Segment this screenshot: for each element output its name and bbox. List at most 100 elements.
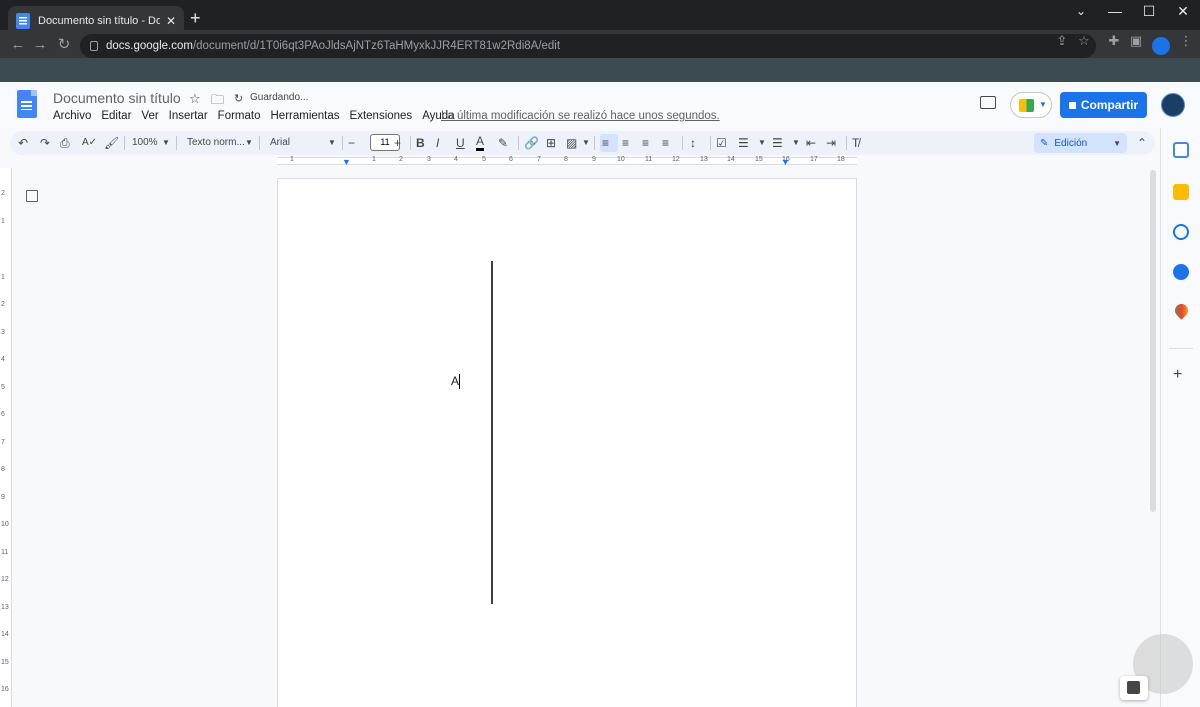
side-panel-icon[interactable]: ▣	[1126, 33, 1146, 49]
reload-icon[interactable]: ↻	[54, 36, 74, 54]
document-outline-icon[interactable]	[26, 190, 38, 202]
close-window-button[interactable]: ✕	[1166, 2, 1200, 20]
toolbar-divider	[176, 136, 177, 150]
align-left-icon[interactable]: ≡	[602, 135, 609, 151]
vertical-scrollbar[interactable]	[1150, 170, 1156, 512]
url-input[interactable]: docs.google.com /document/d/1T0i6qt3PAoJ…	[80, 34, 1096, 58]
tasks-icon[interactable]	[1173, 224, 1189, 240]
zoom-select[interactable]: 100%	[132, 135, 158, 151]
collapse-menus-icon[interactable]: ⌃	[1137, 135, 1147, 151]
bookmark-star-icon[interactable]: ☆	[1074, 33, 1094, 49]
underline-icon[interactable]: U	[456, 135, 465, 151]
horizontal-ruler[interactable]: 1 1 2 3 4 5 6 7 8 9 10 11 12 13 14 15 16…	[0, 155, 1160, 167]
toolbar-divider	[846, 136, 847, 150]
menu-editar[interactable]: Editar	[101, 110, 131, 122]
highlight-pen-icon[interactable]: ✎	[498, 135, 508, 151]
clear-formatting-icon[interactable]: T̸	[852, 135, 859, 151]
line-spacing-icon[interactable]: ↕	[690, 135, 696, 151]
link-icon[interactable]: 🔗	[524, 135, 539, 151]
align-center-icon[interactable]: ≡	[622, 135, 629, 151]
bookmarks-strip	[0, 58, 1200, 82]
ruler-tick: 16	[1, 686, 9, 693]
left-indent-marker-icon[interactable]: ▼	[342, 157, 351, 167]
minimize-button[interactable]: —	[1098, 2, 1132, 20]
italic-icon[interactable]: I	[436, 135, 439, 151]
increase-font-size-button[interactable]: +	[394, 135, 401, 151]
paragraph-style-select[interactable]: Texto norm...	[187, 135, 245, 151]
share-button[interactable]: Compartir	[1060, 92, 1147, 118]
address-bar-row: ← → ↻ docs.google.com /document/d/1T0i6q…	[0, 30, 1200, 60]
undo-icon[interactable]: ↶	[18, 135, 28, 151]
ruler-tick: 7	[537, 156, 541, 163]
ruler-tick: 17	[810, 156, 818, 163]
insert-image-icon[interactable]: ▨	[566, 135, 577, 151]
user-avatar[interactable]	[1161, 93, 1185, 117]
document-title[interactable]: Documento sin título	[53, 90, 181, 106]
ruler-tick: 2	[1, 301, 5, 308]
align-right-icon[interactable]: ≡	[642, 135, 649, 151]
share-page-icon[interactable]: ⇪	[1052, 33, 1072, 49]
menu-extensiones[interactable]: Extensiones	[350, 110, 413, 122]
add-addon-icon[interactable]: +	[1173, 366, 1182, 384]
tab-search-icon[interactable]: ⌄	[1064, 2, 1098, 20]
document-page[interactable]	[277, 178, 857, 707]
ruler-tick: 1	[1, 218, 5, 225]
chevron-down-icon: ▼	[245, 138, 253, 147]
calendar-icon[interactable]	[1173, 142, 1189, 158]
forward-arrow-icon[interactable]: →	[30, 36, 50, 54]
vertical-ruler[interactable]: 2 1 1 2 3 4 5 6 7 8 9 10 11 12 13 14 15 …	[0, 168, 12, 707]
toolbar-divider	[682, 136, 683, 150]
new-tab-button[interactable]: +	[190, 8, 201, 28]
justify-icon[interactable]: ≡	[662, 135, 669, 151]
print-icon[interactable]: ⎙	[60, 135, 70, 151]
text-color-icon[interactable]: A	[476, 135, 485, 151]
menu-formato[interactable]: Formato	[218, 110, 261, 122]
spellcheck-icon[interactable]: A✓	[82, 135, 97, 151]
document-text[interactable]: A	[451, 374, 459, 388]
explore-button[interactable]	[1120, 676, 1148, 700]
right-indent-marker-icon[interactable]: ▼	[781, 157, 790, 167]
menu-ver[interactable]: Ver	[141, 110, 158, 122]
chevron-down-icon: ▼	[162, 138, 170, 147]
ruler-tick: 7	[1, 439, 5, 446]
menu-insertar[interactable]: Insertar	[169, 110, 208, 122]
paint-format-icon[interactable]: 🖌	[104, 135, 119, 151]
redo-icon[interactable]: ↷	[40, 135, 50, 151]
lock-icon	[90, 41, 98, 51]
browser-menu-icon[interactable]: ⋮	[1176, 33, 1196, 49]
ruler-tick: 2	[399, 156, 403, 163]
maximize-button[interactable]: ☐	[1132, 2, 1166, 20]
ruler-tick: 3	[1, 329, 5, 336]
increase-indent-icon[interactable]: ⇥	[826, 135, 836, 151]
add-comment-icon[interactable]: ⊞	[546, 135, 556, 151]
font-select[interactable]: Arial	[270, 135, 290, 151]
contacts-icon[interactable]	[1173, 264, 1189, 280]
keep-icon[interactable]	[1173, 184, 1189, 200]
decrease-indent-icon[interactable]: ⇤	[806, 135, 816, 151]
side-panel-divider	[1169, 348, 1193, 349]
ruler-tick: 6	[509, 156, 513, 163]
vertical-line-drawing[interactable]	[491, 261, 493, 604]
browser-profile-avatar[interactable]	[1152, 37, 1170, 55]
maps-pin-icon[interactable]	[1172, 301, 1191, 320]
back-arrow-icon[interactable]: ←	[8, 36, 28, 54]
checklist-icon[interactable]: ☑	[716, 135, 727, 151]
editing-mode-select[interactable]: ✎ Edición ▼	[1034, 133, 1127, 153]
meet-button[interactable]: ▼	[1010, 92, 1052, 118]
bulleted-list-icon[interactable]: ☰	[738, 135, 749, 151]
comment-history-icon[interactable]	[980, 96, 996, 109]
ruler-tick: 5	[482, 156, 486, 163]
star-icon[interactable]: ☆	[189, 91, 201, 107]
ruler-tick: 15	[1, 659, 9, 666]
close-tab-icon[interactable]: ✕	[166, 14, 176, 28]
extensions-puzzle-icon[interactable]: ✚	[1104, 33, 1124, 49]
toolbar-divider	[124, 136, 125, 150]
last-edit-link[interactable]: La última modificación se realizó hace u…	[441, 110, 720, 122]
menu-herramientas[interactable]: Herramientas	[271, 110, 340, 122]
decrease-font-size-button[interactable]: −	[348, 135, 355, 151]
docs-logo-icon[interactable]	[17, 90, 37, 118]
numbered-list-icon[interactable]: ☰	[772, 135, 783, 151]
menu-archivo[interactable]: Archivo	[53, 110, 91, 122]
ruler-tick: 14	[1, 631, 9, 638]
bold-icon[interactable]: B	[416, 135, 425, 151]
